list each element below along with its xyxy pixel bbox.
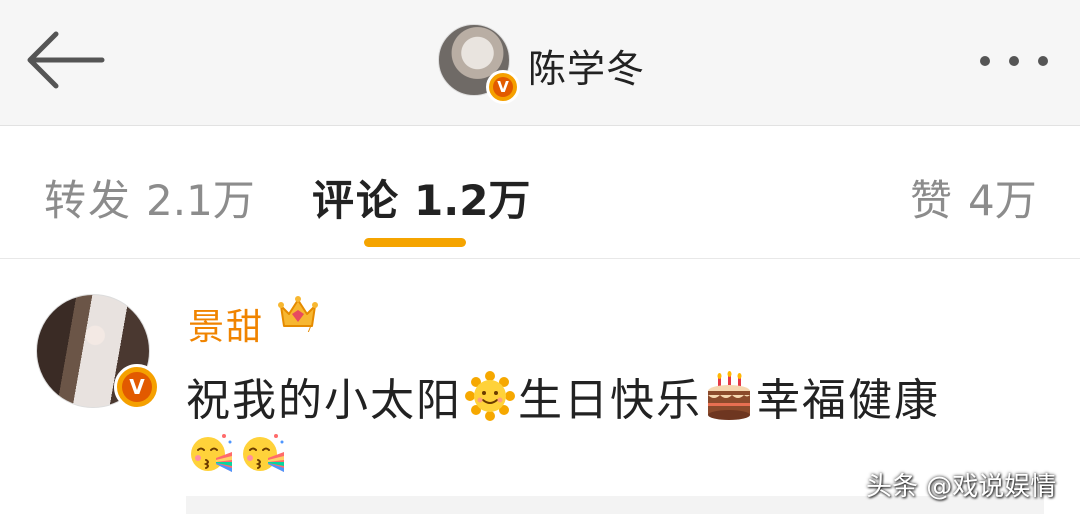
verified-badge-label: V [122, 372, 152, 402]
tab-comment-count: 1.2万 [414, 176, 531, 225]
active-tab-indicator [364, 238, 466, 247]
header-user-name[interactable]: 陈学冬 [528, 38, 645, 93]
tab-like-label: 赞 [910, 176, 955, 225]
source-watermark: 头条 @戏说娱情 [866, 472, 1057, 502]
comment-text: 祝我的小太阳 生日快乐 幸福健康 [186, 364, 940, 428]
more-button[interactable] [972, 44, 1056, 78]
comment-avatar[interactable]: V [36, 294, 160, 412]
verified-badge-icon: V [114, 364, 160, 410]
svg-text:7: 7 [306, 324, 312, 335]
comment-emoji-row [186, 428, 286, 476]
tab-repost-count: 2.1万 [146, 176, 255, 225]
header-avatar[interactable]: V [438, 24, 520, 104]
verified-badge-label: V [492, 76, 514, 98]
cake-emoji-icon [708, 371, 750, 420]
kiss-emoji-icon [243, 434, 284, 472]
crown-icon: 7 [278, 296, 318, 335]
tab-like-count: 4万 [968, 176, 1037, 225]
arrow-left-icon [27, 31, 105, 89]
more-dot-icon [1009, 56, 1019, 66]
more-dot-icon [1038, 56, 1048, 66]
comment-text-part: 生日快乐 [518, 375, 702, 426]
tab-comment-label: 评论 [312, 176, 401, 225]
interaction-tabs: 转发 2.1万 评论 1.2万 赞 4万 [0, 127, 1080, 259]
tab-repost[interactable]: 转发 2.1万 [44, 167, 255, 228]
comment-text-part: 幸福健康 [756, 375, 940, 426]
sun-emoji-icon [465, 371, 515, 421]
verified-badge-icon: V [486, 70, 520, 104]
kiss-emoji-icon [191, 434, 232, 472]
top-bar: V 陈学冬 [0, 0, 1080, 126]
back-button[interactable] [22, 28, 108, 92]
comment-author-name[interactable]: 景甜 [188, 298, 264, 350]
comment-text-part: 祝我的小太阳 [186, 375, 462, 426]
tab-like[interactable]: 赞 4万 [910, 167, 1037, 228]
more-dot-icon [980, 56, 990, 66]
tab-comment[interactable]: 评论 1.2万 [312, 167, 530, 228]
tab-repost-label: 转发 [44, 176, 133, 225]
